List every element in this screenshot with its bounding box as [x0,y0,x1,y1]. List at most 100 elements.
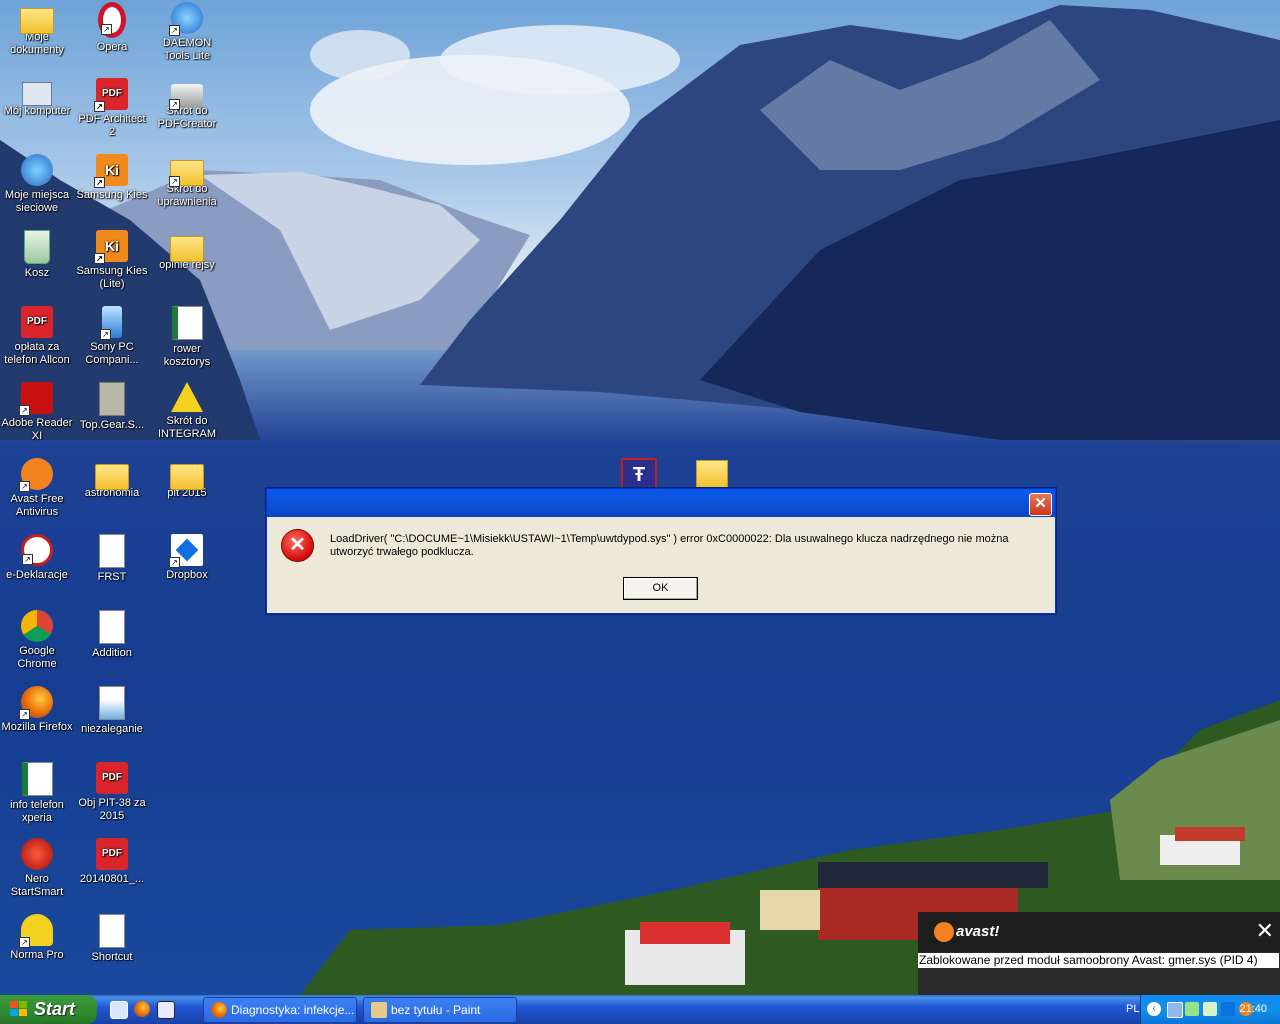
zip-folder-icon[interactable] [696,460,728,488]
icon-label: Google Chrome [17,645,57,670]
icon-label: Dropbox [166,569,208,581]
save-icon[interactable] [157,1001,175,1019]
shield-icon[interactable] [1203,1002,1217,1016]
desktop-icon-rower-kosztorys[interactable]: rower kosztorys [150,306,224,369]
desktop-icon-moj-komputer[interactable]: Mój komputer [0,78,74,118]
firefox-icon[interactable] [134,1001,150,1017]
desktop-icon-moje-dokumenty[interactable]: Moje dokumenty [0,2,74,57]
desktop-icon-frst[interactable]: FRST [75,534,149,584]
icon-label: Norma Pro [10,949,64,961]
start-button[interactable]: Start [0,995,97,1024]
norma-pro-icon: ↗ [19,914,53,948]
dropbox-icon[interactable] [1221,1002,1235,1016]
dialog-close-button[interactable]: ✕ [1029,493,1052,516]
icon-label: Skrót do INTEGRAM [157,415,217,440]
network-icon[interactable] [1167,1002,1183,1018]
desktop-icon-daemon-tools[interactable]: ↗ DAEMON Tools Lite [150,2,224,63]
sony-pc-companion-icon: ↗ [100,306,122,340]
ok-button[interactable]: OK [623,577,698,600]
desktop-icon-top-gear[interactable]: Top.Gear.S... [75,382,149,432]
paint-icon [371,1002,387,1018]
desktop-icon-samsung-kies[interactable]: Ki ↗ Samsung Kies [75,154,149,202]
icon-label: Samsung Kies [76,189,148,201]
desktop-icon-nero[interactable]: Nero StartSmart [0,838,74,899]
desktop-icon-pdfcreator[interactable]: ↗ Skrót do PDFCreator [150,78,224,131]
desktop-icon-addition[interactable]: Addition [75,610,149,660]
samsung-kies-icon: Ki ↗ [94,154,128,188]
clock[interactable]: 21:40 [1239,995,1267,1024]
avast-brand: avast! [956,923,1000,940]
dialog-titlebar[interactable]: ✕ [267,489,1055,517]
pdf-file-icon: PDF [21,306,53,338]
desktop-icon-pdf-architect[interactable]: PDF ↗ PDF Architect 2 [75,78,149,139]
icon-label: niezaleganie [81,723,143,735]
daemon-tools-icon: ↗ [169,2,203,36]
usb-icon[interactable] [1185,1002,1199,1016]
icon-label: Mozilla Firefox [1,721,73,733]
desktop-icon-dropbox[interactable]: ↗ Dropbox [150,534,224,582]
chevron-left-icon[interactable]: ‹ [1147,1002,1161,1016]
icon-label: info telefon xperia [10,799,64,824]
desktop-icon-mozilla-firefox[interactable]: ↗ Mozilla Firefox [0,686,74,734]
icon-label: opłata za telefon Allcon [4,341,70,366]
e-deklaracje-icon: ↗ [21,534,53,566]
icon-label: 20140801_... [79,873,145,885]
taskbar-item-diagnostyka[interactable]: Diagnostyka: infekcje... [203,997,357,1023]
desktop-icon-integram[interactable]: Skrót do INTEGRAM [150,382,224,441]
pdf-file-icon: PDF [96,838,128,870]
icon-label: Adobe Reader XI [1,417,73,442]
icon-label: Samsung Kies (Lite) [76,265,148,290]
show-desktop-icon[interactable] [110,1001,128,1019]
firefox-icon: ↗ [19,686,53,720]
taskbar-item-paint[interactable]: bez tytułu - Paint [363,997,517,1023]
desktop-icon-norma-pro[interactable]: ↗ Norma Pro [0,914,74,962]
icon-label: e-Deklaracje [6,569,68,581]
icon-label: Skrót do uprawnienia [157,183,217,208]
my-documents-icon [20,8,54,34]
desktop-icon-moje-miejsca-sieciowe[interactable]: Moje miejsca sieciowe [0,154,74,215]
desktop-icon-samsung-kies-lite[interactable]: Ki ↗ Samsung Kies (Lite) [75,230,149,291]
icon-label: Addition [92,647,132,659]
desktop-icon-obj-pit-38[interactable]: PDF Obj PIT-38 za 2015 [75,762,149,823]
error-dialog: ✕ ✕ LoadDriver( "C:\DOCUME~1\Misiekk\UST… [266,488,1056,614]
desktop-icon-adobe-reader[interactable]: ↗ Adobe Reader XI [0,382,74,443]
desktop-icon-google-chrome[interactable]: Google Chrome [0,610,74,671]
start-label: Start [34,999,76,1019]
desktop-icon-e-deklaracje[interactable]: ↗ e-Deklaracje [0,534,74,582]
desktop-icon-sony-pc-companion[interactable]: ↗ Sony PC Compani... [75,306,149,367]
pdf-file-icon: PDF [96,762,128,794]
nero-icon [21,838,53,870]
icon-label: Opera [96,41,128,53]
windows-logo-icon [10,1001,27,1016]
desktop-icon-20140801[interactable]: PDF 20140801_... [75,838,149,886]
icon-label: PDF Architect 2 [78,113,146,138]
desktop-icon-oplata-za-telefon[interactable]: PDF opłata za telefon Allcon [0,306,74,367]
language-indicator[interactable]: PL [1126,995,1139,1024]
icon-label: DAEMON Tools Lite [162,37,212,62]
text-file-icon [99,610,125,644]
taskbar: Start Diagnostyka: infekcje... bez tytuł… [0,995,1280,1024]
desktop-icon-avast[interactable]: ↗ Avast Free Antivirus [0,458,74,519]
my-computer-icon [22,82,52,106]
desktop-icon-opinie-rejsy[interactable]: opinie rejsy [150,230,224,272]
icon-label: Nero StartSmart [10,873,64,898]
desktop-icon-kosz[interactable]: Kosz [0,230,74,280]
desktop-icon-shortcut[interactable]: Shortcut [75,914,149,964]
adobe-reader-icon: ↗ [19,382,53,416]
desktop-icon-astronomia[interactable]: astronomia [75,458,149,500]
desktop-icon-info-telefon[interactable]: info telefon xperia [0,762,74,825]
icon-label: rower kosztorys [163,343,211,368]
avast-message: Zablokowane przed moduł samoobrony Avast… [918,953,1279,968]
icon-label: Sony PC Compani... [85,341,139,366]
avast-close-button[interactable]: ✕ [1256,920,1274,942]
desktop-icon-niezaleganie[interactable]: niezaleganie [75,686,149,736]
video-file-icon [99,382,125,416]
recycle-bin-icon [24,230,50,264]
printer-icon: ↗ [169,84,203,110]
folder-icon [170,236,204,262]
desktop-icon-uprawnienia[interactable]: ↗ Skrót do uprawnienia [150,154,224,209]
dropbox-icon: ↗ [169,534,203,568]
desktop-icon-opera[interactable]: ↗ Opera [75,2,149,54]
desktop-icon-pit-2015[interactable]: pit 2015 [150,458,224,500]
icon-label: Avast Free Antivirus [10,493,64,518]
